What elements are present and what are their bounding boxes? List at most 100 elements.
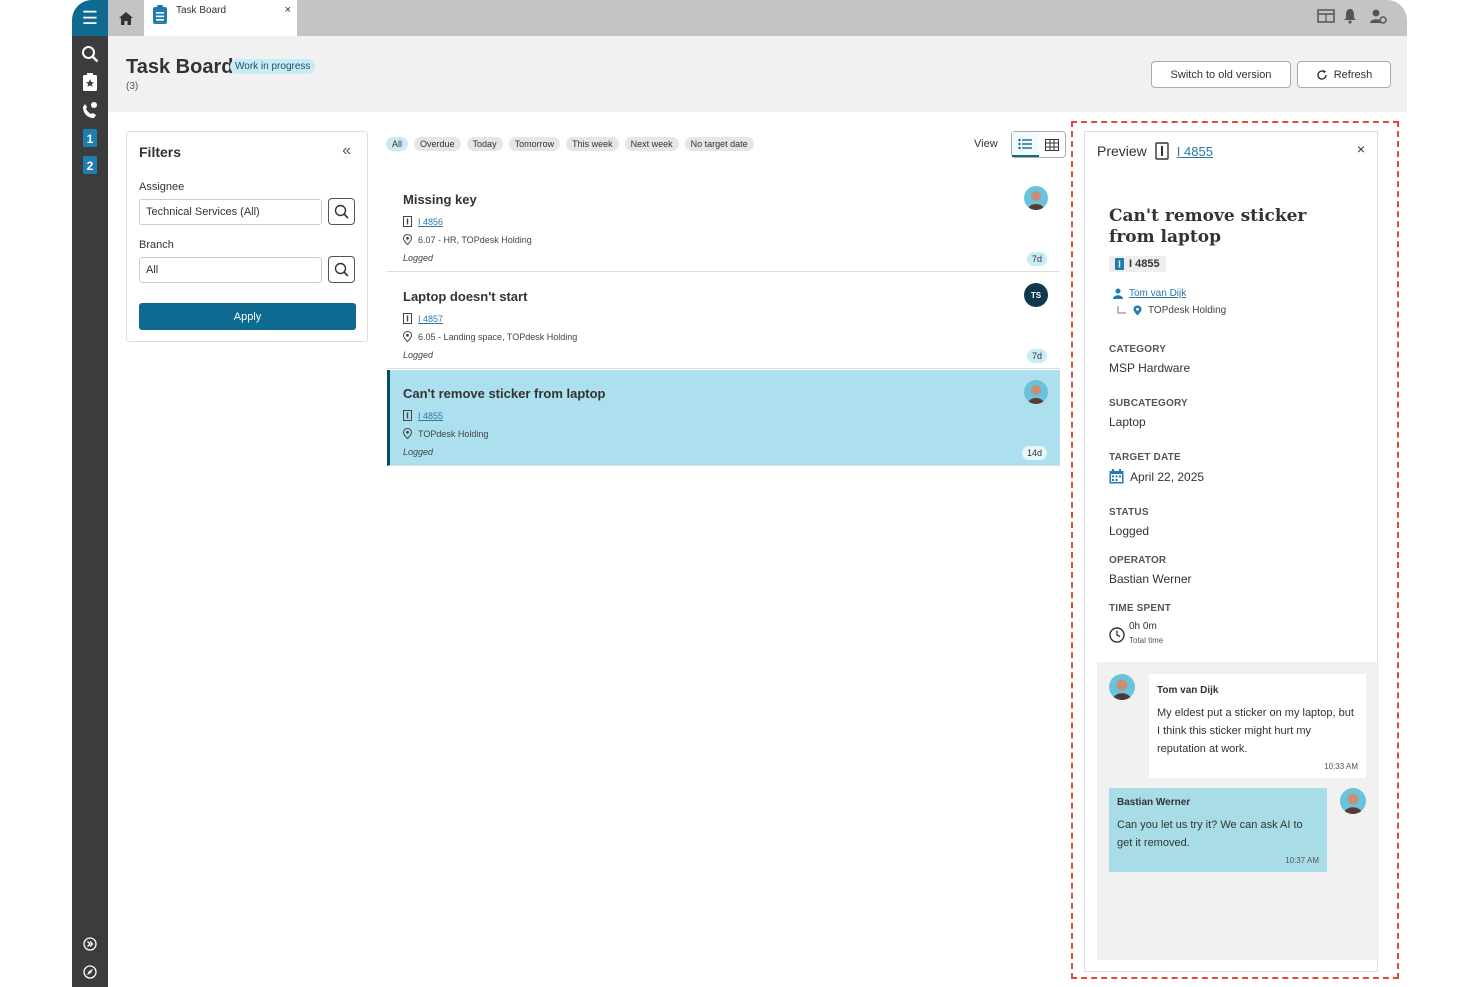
- expand-nav-icon[interactable]: [80, 934, 100, 954]
- message-time: 10:33 AM: [1324, 762, 1358, 771]
- clipboard-icon: [153, 5, 167, 24]
- card-age-badge: 14d: [1021, 446, 1047, 460]
- preview-label: Preview: [1097, 143, 1147, 159]
- preview-title: Can't remove sticker from laptop: [1109, 206, 1307, 247]
- card-id-link[interactable]: I 4856: [418, 217, 443, 227]
- switch-old-version-button[interactable]: Switch to old version: [1151, 61, 1291, 88]
- preview-id-link[interactable]: I 4855: [1177, 144, 1213, 159]
- message-time: 10:37 AM: [1285, 856, 1319, 865]
- view-label: View: [974, 138, 998, 150]
- refresh-button[interactable]: Refresh: [1297, 61, 1391, 88]
- task-count: (3): [126, 81, 139, 92]
- card-location: TOPdesk Holding: [418, 428, 489, 439]
- tree-connector-icon: [1117, 305, 1126, 313]
- card-title: Laptop doesn't start: [403, 289, 528, 304]
- location-pin-icon: [403, 331, 412, 342]
- status-badge: Work in progress: [230, 59, 316, 74]
- bell-icon[interactable]: [1343, 8, 1361, 26]
- caller-link[interactable]: Tom van Dijk: [1129, 288, 1186, 299]
- caller-branch: TOPdesk Holding: [1148, 305, 1227, 316]
- time-spent-value: 0h 0m: [1129, 621, 1157, 632]
- chip-this-week[interactable]: This week: [566, 137, 619, 151]
- card-id-link[interactable]: I 4857: [418, 314, 443, 324]
- search-icon[interactable]: [80, 44, 100, 64]
- avatar: [1024, 380, 1048, 404]
- status-label: STATUS: [1109, 507, 1149, 518]
- page-title: Task Board: [126, 56, 234, 78]
- hamburger-menu-icon[interactable]: ☰: [72, 0, 108, 36]
- left-nav: 1 2: [72, 36, 108, 987]
- branch-search-button[interactable]: [328, 256, 355, 283]
- avatar: [1340, 788, 1366, 814]
- category-value: MSP Hardware: [1109, 361, 1191, 375]
- tab-close-icon[interactable]: ×: [285, 4, 291, 16]
- svg-text:2: 2: [87, 159, 94, 173]
- svg-text:1: 1: [87, 132, 94, 146]
- avatar: [1024, 186, 1048, 210]
- category-label: CATEGORY: [1109, 344, 1167, 355]
- collapse-icon[interactable]: «: [342, 142, 351, 160]
- target-date-label: TARGET DATE: [1109, 452, 1181, 463]
- preview-panel: Preview I 4855 × Can't remove sticker fr…: [1084, 131, 1379, 972]
- calendar-icon: [1109, 469, 1124, 484]
- task-card-selected[interactable]: Can't remove sticker from laptop I 4855 …: [387, 370, 1060, 466]
- message-text: Can you let us try it? We can ask AI to …: [1117, 819, 1303, 849]
- app-window: ☰ Task Board × 1 2 Task Board Work in pr…: [72, 0, 1407, 987]
- task-card[interactable]: Missing key I 4856 6.07 - HR, TOPdesk Ho…: [387, 176, 1060, 272]
- starred-clipboard-icon[interactable]: [80, 72, 100, 92]
- card-id-link[interactable]: I 4855: [418, 411, 443, 421]
- incident-icon: [1155, 142, 1169, 160]
- subcategory-label: SUBCATEGORY: [1109, 398, 1188, 409]
- branch-field[interactable]: All: [139, 257, 322, 283]
- card-age-badge: 7d: [1026, 349, 1047, 363]
- branch-label: Branch: [139, 239, 174, 251]
- message-author: Tom van Dijk: [1157, 685, 1219, 696]
- chip-today[interactable]: Today: [466, 137, 503, 151]
- message-text: My eldest put a sticker on my laptop, bu…: [1157, 707, 1354, 755]
- tab-label: Task Board: [176, 5, 227, 16]
- status-value: Logged: [1109, 524, 1150, 538]
- card-status: Logged: [403, 447, 434, 457]
- clock-icon: [1109, 627, 1125, 643]
- list-view-icon[interactable]: [1012, 132, 1039, 157]
- incident-icon: [403, 313, 412, 324]
- assignee-search-button[interactable]: [328, 198, 355, 225]
- time-spent-sublabel: Total time: [1129, 636, 1164, 645]
- apply-button[interactable]: Apply: [139, 303, 356, 330]
- home-icon[interactable]: [108, 0, 144, 36]
- grid-view-icon[interactable]: [1039, 132, 1066, 157]
- operator-value: Bastian Werner: [1109, 572, 1192, 586]
- first-line-icon[interactable]: 1: [80, 128, 100, 148]
- close-icon[interactable]: ×: [1357, 141, 1365, 157]
- chip-no-target-date[interactable]: No target date: [684, 137, 754, 151]
- phone-user-icon[interactable]: [80, 100, 100, 120]
- message-author: Bastian Werner: [1117, 797, 1191, 808]
- task-card[interactable]: Laptop doesn't start I 4857 6.05 - Landi…: [387, 273, 1060, 369]
- person-icon: [1113, 288, 1123, 299]
- compass-icon[interactable]: [80, 962, 100, 982]
- chip-tomorrow[interactable]: Tomorrow: [508, 137, 561, 151]
- user-settings-icon[interactable]: [1369, 8, 1387, 26]
- second-line-icon[interactable]: 2: [80, 155, 100, 175]
- incident-icon: [1115, 258, 1124, 270]
- incident-number-badge: I 4855: [1109, 256, 1166, 272]
- location-pin-icon: [1133, 305, 1142, 316]
- chip-overdue[interactable]: Overdue: [414, 137, 461, 151]
- chat-message-incoming: Tom van Dijk My eldest put a sticker on …: [1149, 674, 1366, 778]
- chat-message-outgoing: Bastian Werner Can you let us try it? We…: [1109, 788, 1327, 872]
- chip-all[interactable]: All: [386, 137, 409, 151]
- filters-title: Filters: [139, 144, 182, 160]
- calendar-grid-icon[interactable]: [1317, 8, 1335, 26]
- incident-icon: [403, 410, 412, 421]
- assignee-label: Assignee: [139, 181, 185, 193]
- subcategory-value: Laptop: [1109, 415, 1146, 429]
- location-pin-icon: [403, 428, 412, 439]
- chip-next-week[interactable]: Next week: [624, 137, 679, 151]
- view-toggle: [1011, 131, 1066, 158]
- assignee-field[interactable]: Technical Services (All): [139, 199, 322, 225]
- conversation-panel: Tom van Dijk My eldest put a sticker on …: [1097, 662, 1379, 960]
- tab-task-board[interactable]: Task Board ×: [144, 0, 297, 36]
- page-header: Task Board Work in progress (3) Switch t…: [108, 36, 1407, 112]
- target-date-value: April 22, 2025: [1130, 469, 1205, 484]
- card-status: Logged: [403, 350, 434, 360]
